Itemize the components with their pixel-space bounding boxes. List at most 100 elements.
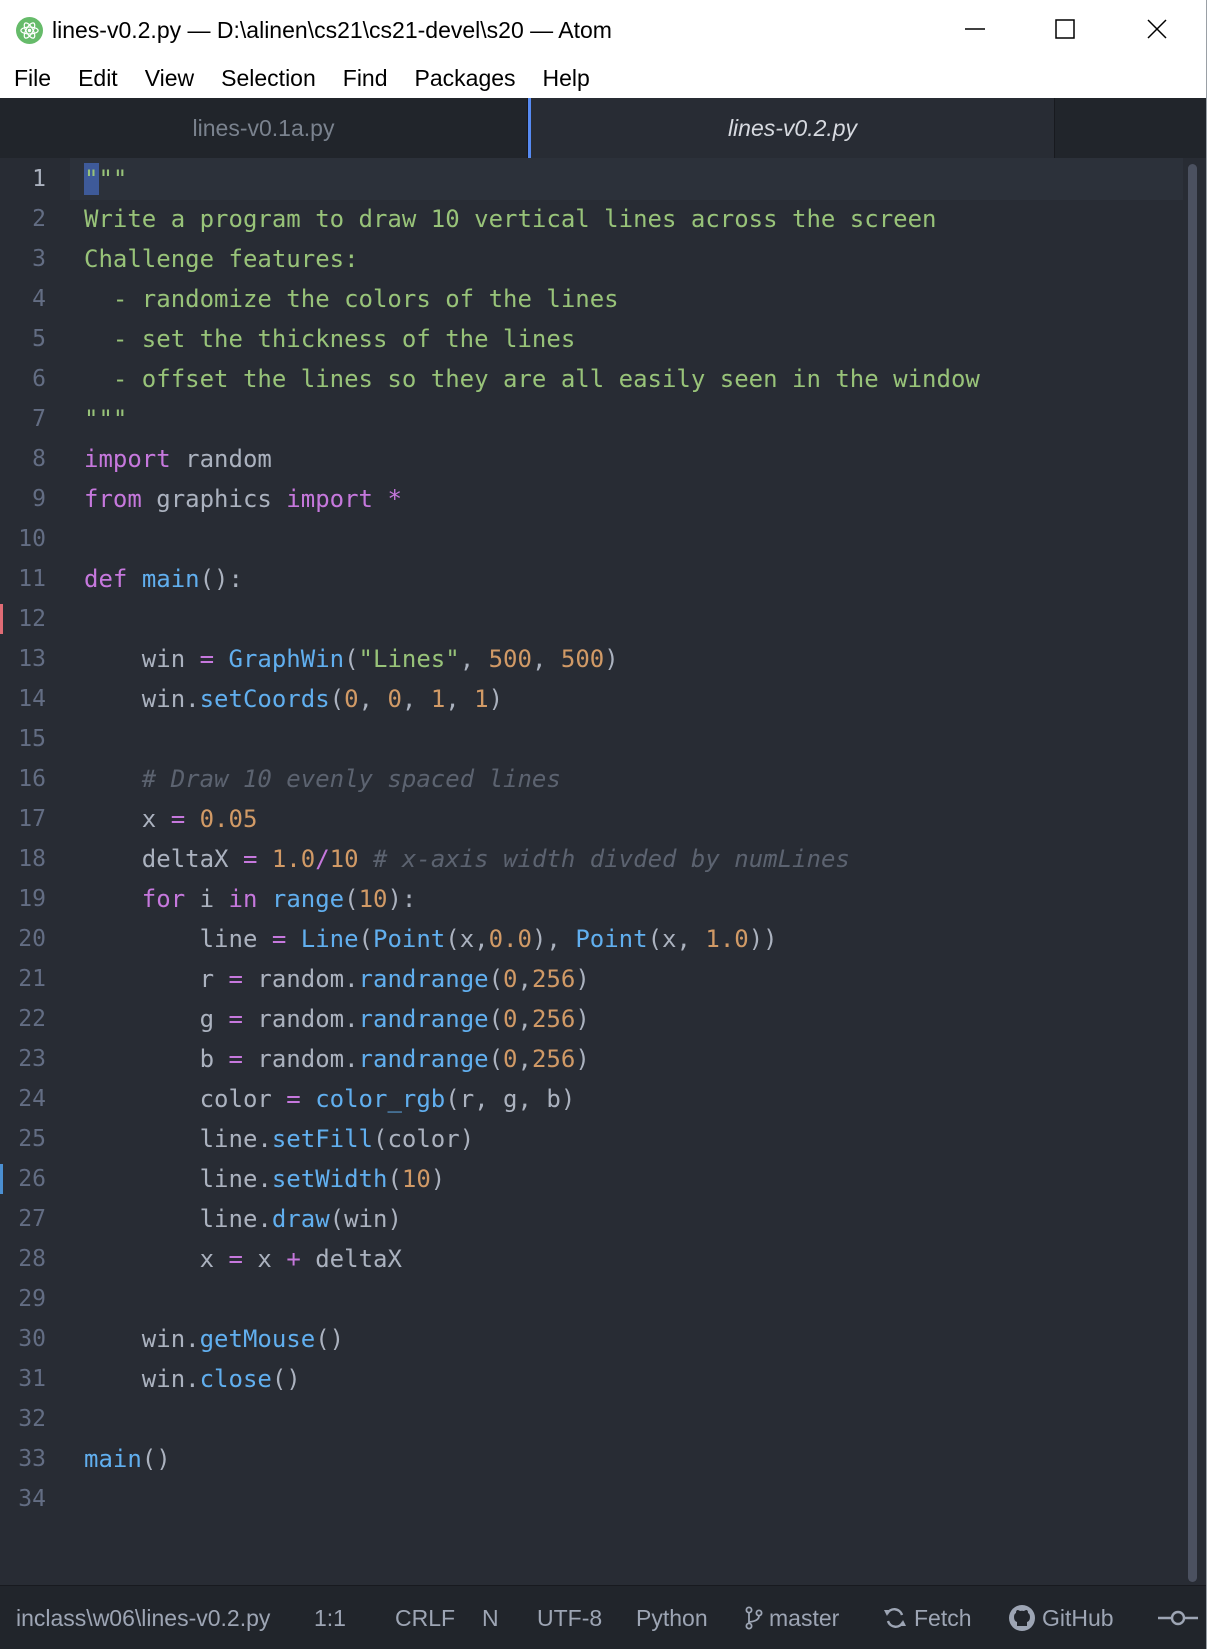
line-number[interactable]: 8 (0, 438, 46, 480)
menu-view[interactable]: View (131, 58, 207, 98)
code-token: randrange (358, 1005, 489, 1033)
line-number[interactable]: 28 (0, 1238, 46, 1280)
code-line[interactable]: win.getMouse() (84, 1318, 344, 1360)
code-line[interactable]: - offset the lines so they are all easil… (84, 358, 980, 400)
line-number[interactable]: 12 (0, 598, 46, 640)
line-number[interactable]: 25 (0, 1118, 46, 1160)
tab-lines-v0.1a[interactable]: lines-v0.1a.py (0, 98, 528, 158)
code-token: import (84, 445, 171, 473)
fetch-button[interactable]: Fetch (882, 1586, 972, 1649)
line-number[interactable]: 32 (0, 1398, 46, 1440)
line-number[interactable]: 19 (0, 878, 46, 920)
tab-lines-v0.2[interactable]: lines-v0.2.py (528, 98, 1055, 158)
code-line[interactable]: def main(): (84, 558, 243, 600)
line-number[interactable]: 4 (0, 278, 46, 320)
line-number[interactable]: 23 (0, 1038, 46, 1080)
line-number[interactable]: 29 (0, 1278, 46, 1320)
code-editor[interactable]: 1 2 3 4 5 6 7 8 9 10 11 12 13 14 15 16 17 18 19 20 21 22 23 24 2… (0, 158, 1206, 1585)
line-number[interactable]: 21 (0, 958, 46, 1000)
code-line[interactable]: x = x + deltaX (84, 1238, 402, 1280)
line-number[interactable]: 17 (0, 798, 46, 840)
code-line[interactable]: Write a program to draw 10 vertical line… (84, 198, 937, 240)
code-line[interactable]: """ (84, 158, 127, 200)
code-line[interactable]: deltaX = 1.0/10 # x-axis width divded by… (84, 838, 850, 880)
line-number[interactable]: 31 (0, 1358, 46, 1400)
grammar-selector[interactable]: Python (636, 1586, 708, 1649)
line-number[interactable]: 10 (0, 518, 46, 560)
code-token: # x-axis width divded by numLines (373, 845, 850, 873)
line-number[interactable]: 1 (0, 158, 46, 200)
line-number[interactable]: 13 (0, 638, 46, 680)
github-button[interactable]: GitHub (1008, 1586, 1114, 1649)
code-line[interactable]: main() (84, 1438, 171, 1480)
menu-help[interactable]: Help (529, 58, 603, 98)
code-line[interactable]: - randomize the colors of the lines (84, 278, 619, 320)
line-number[interactable]: 26 (0, 1158, 46, 1200)
line-number[interactable]: 33 (0, 1438, 46, 1480)
line-number[interactable]: 7 (0, 398, 46, 440)
code-token: 1.0 (271, 845, 316, 873)
line-number[interactable]: 16 (0, 758, 46, 800)
line-number[interactable]: 15 (0, 718, 46, 760)
menu-packages[interactable]: Packages (401, 58, 529, 98)
code-line[interactable]: # Draw 10 evenly spaced lines (84, 758, 561, 800)
code-line[interactable]: line.draw(win) (84, 1198, 402, 1240)
line-number[interactable]: 34 (0, 1478, 46, 1520)
line-number[interactable]: 24 (0, 1078, 46, 1120)
line-number-gutter[interactable]: 1 2 3 4 5 6 7 8 9 10 11 12 13 14 15 16 17 18 19 20 21 22 23 24 2… (0, 158, 70, 1585)
code-line[interactable]: Challenge features: (84, 238, 359, 280)
code-line[interactable]: line.setFill(color) (84, 1118, 475, 1160)
code-line[interactable]: - set the thickness of the lines (84, 318, 575, 360)
line-ending[interactable]: CRLF (395, 1586, 455, 1649)
git-commit-button[interactable] (1158, 1586, 1204, 1649)
code-line[interactable]: import random (84, 438, 272, 480)
code-token: win. (84, 1325, 200, 1353)
line-number[interactable]: 9 (0, 478, 46, 520)
file-path[interactable]: inclass\w06\lines-v0.2.py (16, 1586, 270, 1649)
line-number[interactable]: 5 (0, 318, 46, 360)
code-line[interactable]: r = random.randrange(0,256) (84, 958, 590, 1000)
code-line[interactable]: from graphics import * (84, 478, 402, 520)
code-line[interactable]: win.setCoords(0, 0, 1, 1) (84, 678, 503, 720)
code-line[interactable]: x = 0.05 (84, 798, 258, 840)
code-line[interactable]: b = random.randrange(0,256) (84, 1038, 590, 1080)
status-indicator[interactable]: N (482, 1586, 499, 1649)
code-line[interactable]: line.setWidth(10) (84, 1158, 446, 1200)
vertical-scrollbar[interactable] (1188, 164, 1197, 1582)
code-token: , (445, 685, 475, 713)
code-line[interactable]: color = color_rgb(r, g, b) (84, 1078, 576, 1120)
git-commit-icon (1158, 1610, 1198, 1626)
minimize-button[interactable] (930, 0, 1020, 58)
code-line[interactable]: g = random.randrange(0,256) (84, 998, 590, 1040)
menu-find[interactable]: Find (329, 58, 401, 98)
menu-edit[interactable]: Edit (64, 58, 131, 98)
code-line[interactable]: """ (84, 398, 127, 440)
line-number[interactable]: 14 (0, 678, 46, 720)
menu-file[interactable]: File (0, 58, 64, 98)
code-token: 256 (531, 965, 576, 993)
line-number[interactable]: 22 (0, 998, 46, 1040)
cursor-position[interactable]: 1:1 (314, 1586, 346, 1649)
line-number[interactable]: 3 (0, 238, 46, 280)
line-number[interactable]: 2 (0, 198, 46, 240)
code-area[interactable]: """ Write a program to draw 10 vertical l… (84, 158, 1184, 1585)
code-line[interactable]: for i in range(10): (84, 878, 417, 920)
line-number[interactable]: 20 (0, 918, 46, 960)
file-encoding[interactable]: UTF-8 (537, 1586, 602, 1649)
maximize-button[interactable] (1020, 0, 1110, 58)
code-line[interactable]: line = Line(Point(x,0.0), Point(x, 1.0)) (84, 918, 778, 960)
line-number[interactable]: 27 (0, 1198, 46, 1240)
line-number[interactable]: 18 (0, 838, 46, 880)
line-number[interactable]: 30 (0, 1318, 46, 1360)
code-line[interactable]: win = GraphWin("Lines", 500, 500) (84, 638, 619, 680)
menu-selection[interactable]: Selection (207, 58, 329, 98)
code-line[interactable]: win.close() (84, 1358, 301, 1400)
close-button[interactable] (1112, 0, 1202, 58)
branch-button[interactable]: master (745, 1586, 839, 1649)
code-token: x (84, 1245, 229, 1273)
code-token: setCoords (199, 685, 330, 713)
line-number[interactable]: 6 (0, 358, 46, 400)
line-number[interactable]: 11 (0, 558, 46, 600)
code-token: in (228, 885, 258, 913)
